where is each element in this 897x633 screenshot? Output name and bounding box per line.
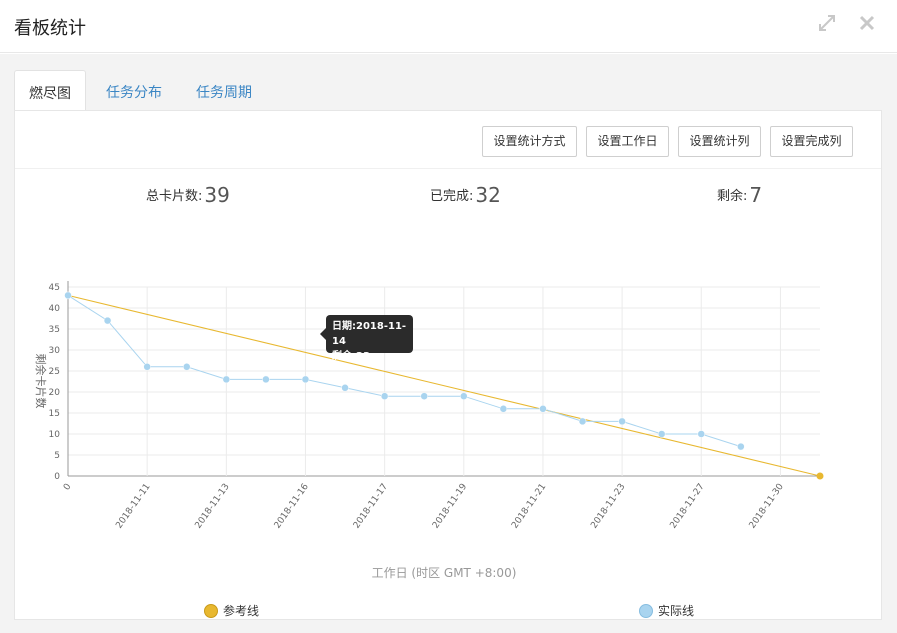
- actual-point: [657, 430, 666, 438]
- reference-point: [816, 472, 824, 480]
- x-tick-label: 2018-11-19: [431, 482, 469, 531]
- actual-point: [618, 417, 626, 426]
- y-tick-label: 5: [54, 451, 60, 461]
- actual-point: [301, 375, 310, 384]
- burndown-chart: 0 5 10 15 20 25 30 35 40 45 0 2018-11-11 2018-11-13 2…: [34, 281, 824, 618]
- tooltip-date: 日期:2018-11-14: [332, 321, 407, 347]
- tab-task-cycle[interactable]: 任务周期: [182, 70, 266, 111]
- actual-point: [262, 375, 270, 384]
- actual-point: [64, 291, 72, 300]
- legend-actual-label: 实际线: [658, 603, 694, 618]
- actual-point: [222, 375, 231, 384]
- reference-line: [67, 294, 821, 477]
- x-tick-label: 2018-11-27: [669, 482, 707, 531]
- chart-tooltip: 日期:2018-11-14 剩余:23: [320, 315, 413, 362]
- tooltip-remaining: 剩余:23: [332, 351, 370, 362]
- y-tick-label: 35: [49, 325, 60, 335]
- x-tick-label: 2018-11-16: [273, 482, 311, 531]
- y-tick-label: 15: [49, 409, 60, 419]
- actual-point: [341, 384, 349, 392]
- y-tick-label: 40: [49, 304, 61, 314]
- actual-point: [737, 442, 745, 451]
- tab-task-distribution[interactable]: 任务分布: [92, 70, 176, 111]
- actual-point: [460, 392, 468, 400]
- x-axis-title: 工作日 (时区 GMT +8:00): [372, 566, 517, 580]
- y-tick-label: 0: [54, 472, 60, 482]
- actual-point: [420, 392, 428, 400]
- actual-point: [380, 392, 389, 400]
- tab-bar: 燃尽图 任务分布 任务周期: [14, 70, 882, 111]
- x-tick-label: 2018-11-11: [114, 482, 152, 531]
- y-tick-label: 20: [49, 388, 61, 398]
- x-tick-label: 0: [62, 482, 74, 493]
- dialog-body: 燃尽图 任务分布 任务周期 设置统计方式 设置工作日 设置统计列 设置完成列 总…: [0, 54, 897, 633]
- legend-reference-marker: [204, 604, 218, 618]
- y-axis-title: 剩余卡片数: [34, 354, 48, 409]
- actual-point: [103, 316, 112, 325]
- x-tick-label: 2018-11-23: [589, 482, 627, 531]
- actual-point: [539, 405, 547, 413]
- actual-point: [499, 405, 508, 413]
- dialog-header: 看板统计: [0, 0, 897, 53]
- dashboard-stats-dialog: 看板统计 燃尽图 任务分布 任务周期 设置统计方式 设置工作日 设置统计列 设置…: [0, 0, 897, 633]
- legend-reference-label: 参考线: [223, 603, 259, 618]
- x-tick-label: 2018-11-21: [510, 482, 548, 531]
- y-tick-label: 45: [49, 283, 60, 293]
- close-icon[interactable]: [856, 12, 878, 34]
- actual-point: [143, 363, 151, 371]
- y-tick-label: 10: [49, 430, 61, 440]
- x-tick-label: 2018-11-13: [194, 482, 232, 531]
- burndown-panel: 设置统计方式 设置工作日 设置统计列 设置完成列 总卡片数: 39 已完成: 32 …: [14, 110, 882, 620]
- actual-point: [578, 417, 587, 426]
- y-tick-label: 25: [49, 367, 60, 377]
- actual-point: [697, 430, 706, 438]
- x-tick-label: 2018-11-17: [352, 482, 390, 531]
- expand-icon[interactable]: [816, 12, 838, 34]
- legend-actual-marker: [639, 604, 653, 618]
- actual-point: [182, 363, 191, 371]
- x-tick-label: 2018-11-30: [748, 482, 786, 531]
- dialog-title: 看板统计: [14, 18, 86, 39]
- tab-burndown[interactable]: 燃尽图: [14, 70, 86, 111]
- y-tick-label: 30: [49, 346, 61, 356]
